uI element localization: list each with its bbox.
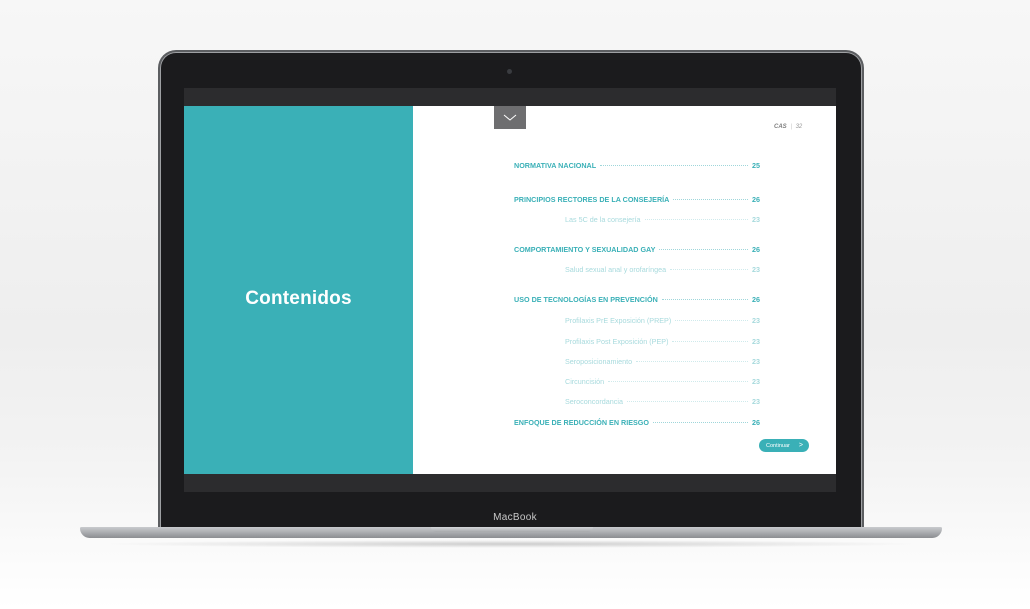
toc-entry-page: 23 <box>752 316 760 325</box>
toc-entry-page: 25 <box>752 161 760 170</box>
toc-leader-dots <box>675 320 748 321</box>
toc-entry-page: 26 <box>752 195 760 204</box>
toc-entry-label: Profilaxis Post Exposición (PEP) <box>565 337 669 346</box>
toc-entry[interactable]: Salud sexual anal y orofaríngea 23 <box>565 265 760 274</box>
continue-label: Continuar <box>766 442 790 449</box>
toc-entry-page: 23 <box>752 397 760 406</box>
toc-entry[interactable]: Seroconcordancia 23 <box>565 397 760 406</box>
toc-leader-dots <box>673 199 748 200</box>
toc-entry[interactable]: Las 5C de la consejería 23 <box>565 215 760 224</box>
page-indicator: CAS | 32 <box>774 124 802 130</box>
continue-button[interactable]: Continuar > <box>759 439 809 452</box>
menu-toggle-button[interactable] <box>494 106 526 129</box>
toc-entry[interactable]: PRINCIPIOS RECTORES DE LA CONSEJERÍA 26 <box>514 195 760 204</box>
toc-entry-label: Circuncisión <box>565 377 605 386</box>
toc-leader-dots <box>626 401 748 402</box>
language-label: CAS <box>774 124 787 130</box>
toc-entry-label: PRINCIPIOS RECTORES DE LA CONSEJERÍA <box>514 195 670 204</box>
toc-entry-label: Profilaxis PrE Exposición (PREP) <box>565 316 672 325</box>
toc-entry[interactable]: USO DE TECNOLOGÍAS EN PREVENCIÓN 26 <box>514 295 760 304</box>
toc-entry-page: 26 <box>752 245 760 254</box>
chevron-right-icon: > <box>798 442 803 449</box>
toc-leader-dots <box>644 219 748 220</box>
toc-entry-label: Las 5C de la consejería <box>565 215 641 224</box>
screen-top-bar <box>184 88 836 106</box>
camera-icon <box>507 69 512 74</box>
toc-entry[interactable]: Profilaxis Post Exposición (PEP) 23 <box>565 337 760 346</box>
toc-entry-page: 26 <box>752 418 760 427</box>
presentation-page: Contenidos CAS | 32 NORMATIVA NACIONAL 25… <box>184 106 836 474</box>
toc-entry-page: 23 <box>752 265 760 274</box>
toc-entry[interactable]: Profilaxis PrE Exposición (PREP) 23 <box>565 316 760 325</box>
toc-entry[interactable]: Circuncisión 23 <box>565 377 760 386</box>
toc-entry-page: 26 <box>752 295 760 304</box>
toc-entry-label: NORMATIVA NACIONAL <box>514 161 597 170</box>
toc-entry-label: Seroposicionamiento <box>565 357 633 366</box>
toc-leader-dots <box>670 269 748 270</box>
toc-entry-page: 23 <box>752 357 760 366</box>
laptop-lid: Contenidos CAS | 32 NORMATIVA NACIONAL 25… <box>160 52 862 532</box>
separator: | <box>790 124 792 130</box>
toc-entry[interactable]: ENFOQUE DE REDUCCIÓN EN RIESGO 26 <box>514 418 760 427</box>
toc-entry-label: COMPORTAMIENTO Y SEXUALIDAD GAY <box>514 245 656 254</box>
page-number: 32 <box>795 124 803 130</box>
toc-entry-page: 23 <box>752 337 760 346</box>
left-panel: Contenidos <box>184 106 413 474</box>
toc-entry-page: 23 <box>752 215 760 224</box>
toc-entry[interactable]: NORMATIVA NACIONAL 25 <box>514 161 760 170</box>
toc-leader-dots <box>659 249 748 250</box>
base-shadow <box>100 540 922 548</box>
toc-leader-dots <box>608 381 748 382</box>
toc-entry[interactable]: COMPORTAMIENTO Y SEXUALIDAD GAY 26 <box>514 245 760 254</box>
toc-entry-page: 23 <box>752 377 760 386</box>
toc-entry-label: Seroconcordancia <box>565 397 623 406</box>
toc-entry-label: ENFOQUE DE REDUCCIÓN EN RIESGO <box>514 418 649 427</box>
toc-leader-dots <box>661 299 748 300</box>
screen-bottom-bar <box>184 474 836 492</box>
brand-label: MacBook <box>493 512 537 523</box>
toc-leader-dots <box>652 422 748 423</box>
toc-leader-dots <box>600 165 748 166</box>
laptop-notch <box>431 527 593 532</box>
toc-entry[interactable]: Seroposicionamiento 23 <box>565 357 760 366</box>
toc-entry-label: Salud sexual anal y orofaríngea <box>565 265 667 274</box>
page-title: Contenidos <box>245 288 352 309</box>
toc-leader-dots <box>672 341 748 342</box>
toc-entry-label: USO DE TECNOLOGÍAS EN PREVENCIÓN <box>514 295 658 304</box>
screen: Contenidos CAS | 32 NORMATIVA NACIONAL 25… <box>184 88 836 492</box>
toc-leader-dots <box>636 361 748 362</box>
chevron-down-icon <box>503 114 517 121</box>
